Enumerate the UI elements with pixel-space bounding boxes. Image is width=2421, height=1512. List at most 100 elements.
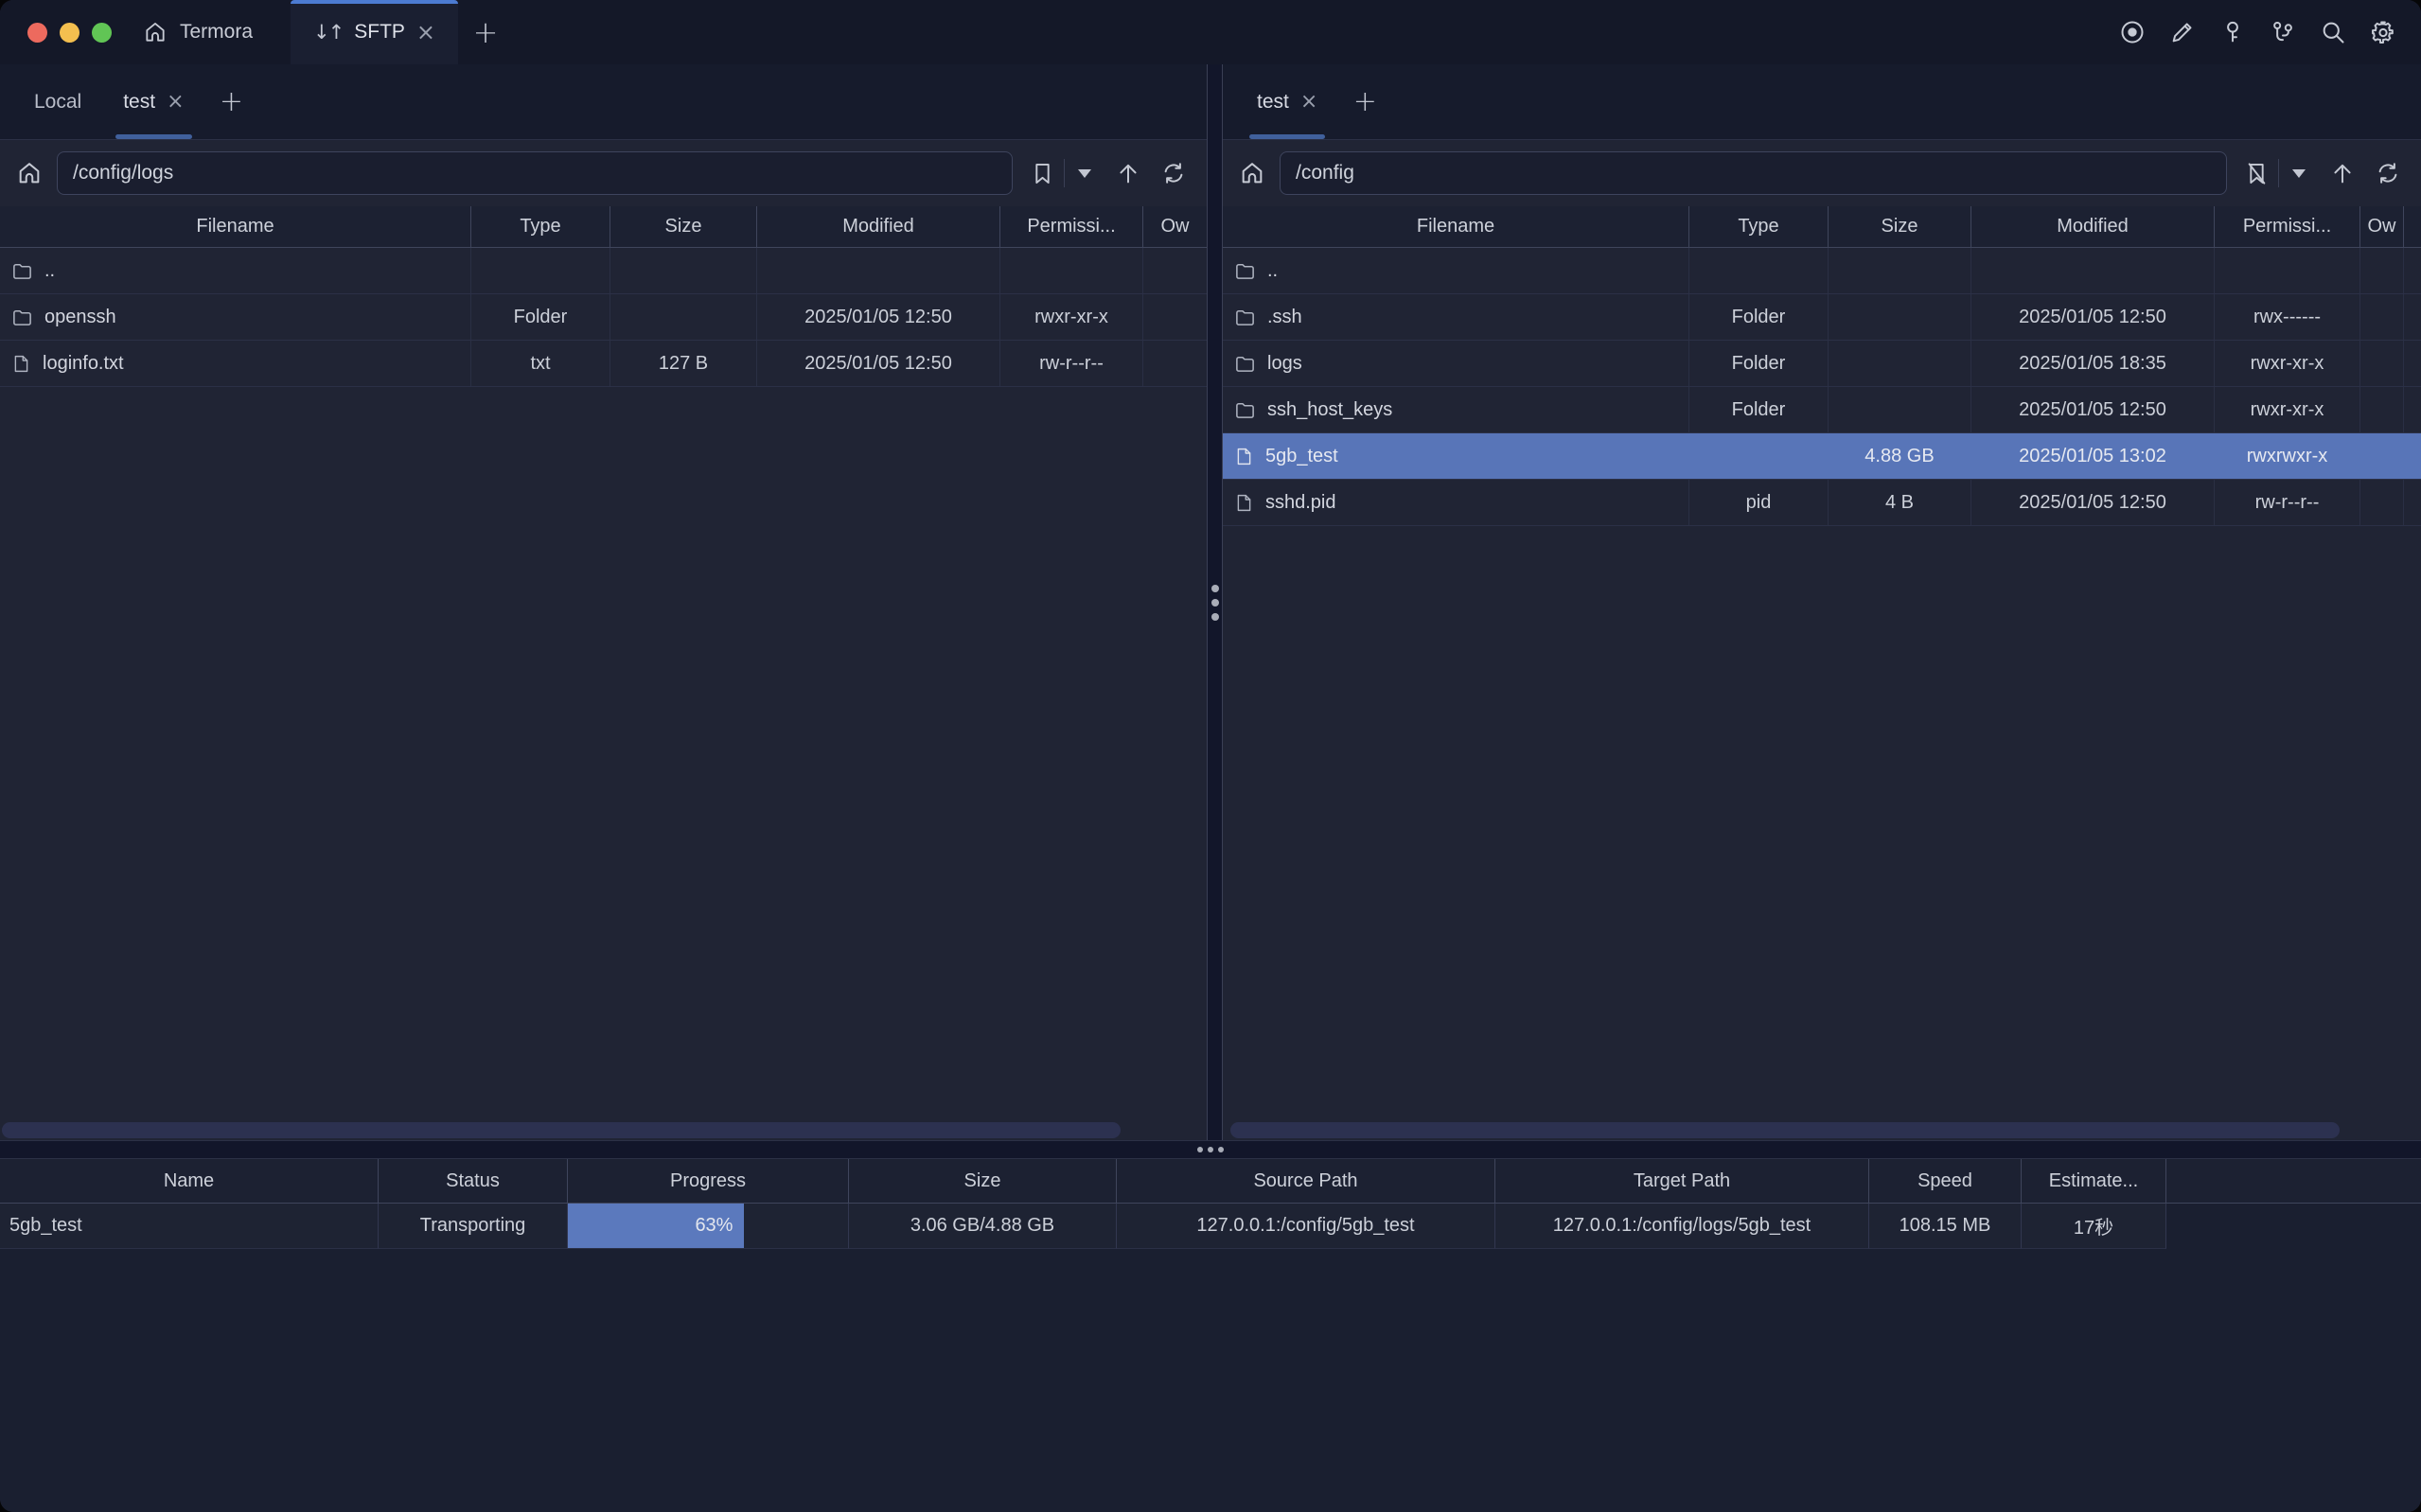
- close-tab-icon[interactable]: ×: [1300, 92, 1317, 113]
- go-up-icon[interactable]: [2326, 157, 2359, 189]
- transfer-column-header-name[interactable]: Name: [0, 1159, 379, 1203]
- vertical-splitter[interactable]: [1207, 64, 1223, 1140]
- file-row[interactable]: ..: [0, 248, 1207, 294]
- file-row[interactable]: ..: [1223, 248, 2421, 294]
- file-icon: [1234, 446, 1254, 467]
- new-tab-button[interactable]: +: [458, 0, 513, 64]
- close-tab-icon[interactable]: ×: [167, 92, 184, 113]
- local-bookmark-group: [1026, 157, 1099, 189]
- branch-icon[interactable]: [2270, 19, 2296, 45]
- folder-icon: [11, 260, 33, 282]
- column-header-filename[interactable]: Filename: [1223, 206, 1689, 247]
- cell-size: 4 B: [1829, 480, 1971, 525]
- search-icon[interactable]: [2320, 19, 2346, 45]
- cell-transfer-status: Transporting: [379, 1204, 568, 1249]
- transfer-table-body: 5gb_testTransporting63%3.06 GB/4.88 GB12…: [0, 1204, 2421, 1249]
- chevron-down-icon[interactable]: [1078, 169, 1091, 178]
- column-header-ow[interactable]: Ow: [2360, 206, 2404, 247]
- cell-transfer-name: 5gb_test: [0, 1204, 379, 1249]
- column-header-ow[interactable]: Ow: [1143, 206, 1207, 247]
- transfer-column-header-speed[interactable]: Speed: [1869, 1159, 2022, 1203]
- local-pane-tabstrip: Local test × +: [0, 64, 1207, 140]
- titlebar: Termora ↓↑ SFTP × +: [0, 0, 2421, 64]
- column-header-modified[interactable]: Modified: [1971, 206, 2215, 247]
- file-row[interactable]: 5gb_test4.88 GB2025/01/05 13:02rwxrwxr-x: [1223, 433, 2421, 480]
- cell-transfer-progress: 63%: [568, 1204, 849, 1249]
- filename-label: loginfo.txt: [43, 353, 124, 375]
- cell-filename: ssh_host_keys: [1223, 387, 1689, 432]
- file-row[interactable]: .sshFolder2025/01/05 12:50rwx------: [1223, 294, 2421, 341]
- horizontal-scrollbar[interactable]: [2, 1122, 1121, 1138]
- column-header-type[interactable]: Type: [1689, 206, 1829, 247]
- column-header-permissi[interactable]: Permissi...: [1000, 206, 1143, 247]
- cell-filename: .ssh: [1223, 294, 1689, 340]
- column-header-modified[interactable]: Modified: [757, 206, 1000, 247]
- transfer-column-header-targetpath[interactable]: Target Path: [1495, 1159, 1869, 1203]
- remote-pane-new-tab-button[interactable]: +: [1338, 64, 1391, 139]
- filename-label: logs: [1267, 353, 1302, 375]
- horizontal-scrollbar[interactable]: [1230, 1122, 2340, 1138]
- cell-size: [1829, 294, 1971, 340]
- traffic-lights: [0, 0, 136, 64]
- refresh-icon[interactable]: [1157, 157, 1190, 189]
- transfer-row[interactable]: 5gb_testTransporting63%3.06 GB/4.88 GB12…: [0, 1204, 2421, 1249]
- remote-path-input[interactable]: [1280, 151, 2227, 195]
- go-up-icon[interactable]: [1112, 157, 1144, 189]
- file-icon: [1234, 492, 1254, 514]
- cell-owner: [2360, 480, 2404, 525]
- tab-termora[interactable]: Termora: [136, 0, 291, 64]
- folder-icon: [1234, 307, 1256, 328]
- local-pane-new-tab-button[interactable]: +: [205, 64, 258, 139]
- settings-gear-icon[interactable]: [2370, 19, 2396, 45]
- edit-icon[interactable]: [2169, 19, 2196, 45]
- progress-bar-fill: 63%: [568, 1204, 744, 1248]
- local-path-input[interactable]: [57, 151, 1013, 195]
- refresh-icon[interactable]: [2372, 157, 2404, 189]
- remote-pane-tab-test[interactable]: test×: [1236, 64, 1338, 139]
- bookmark-icon[interactable]: [1026, 157, 1058, 189]
- home-icon: [142, 19, 168, 45]
- tab-sftp[interactable]: ↓↑ SFTP ×: [291, 0, 458, 64]
- file-row[interactable]: logsFolder2025/01/05 18:35rwxr-xr-x: [1223, 341, 2421, 387]
- column-header-permissi[interactable]: Permissi...: [2215, 206, 2360, 247]
- transfer-column-header-progress[interactable]: Progress: [568, 1159, 849, 1203]
- record-icon[interactable]: [2119, 19, 2146, 45]
- pane-tab-label: test: [123, 91, 155, 114]
- column-header-size[interactable]: Size: [610, 206, 757, 247]
- file-row[interactable]: opensshFolder2025/01/05 12:50rwxr-xr-x: [0, 294, 1207, 341]
- transfer-column-header-sourcepath[interactable]: Source Path: [1117, 1159, 1495, 1203]
- transfer-column-header-size[interactable]: Size: [849, 1159, 1117, 1203]
- key-icon[interactable]: [2219, 19, 2246, 45]
- cell-size: [1829, 387, 1971, 432]
- file-row[interactable]: ssh_host_keysFolder2025/01/05 12:50rwxr-…: [1223, 387, 2421, 433]
- zoom-window-button[interactable]: [92, 23, 112, 43]
- sftp-tab-label: SFTP: [354, 21, 405, 44]
- bookmark-slash-icon[interactable]: [2240, 157, 2272, 189]
- file-row[interactable]: sshd.pidpid4 B2025/01/05 12:50rw-r--r--: [1223, 480, 2421, 526]
- column-header-size[interactable]: Size: [1829, 206, 1971, 247]
- cell-type: [1689, 433, 1829, 479]
- chevron-down-icon[interactable]: [2292, 169, 2306, 178]
- file-row[interactable]: loginfo.txttxt127 B2025/01/05 12:50rw-r-…: [0, 341, 1207, 387]
- cell-permissions: rwxr-xr-x: [1000, 294, 1143, 340]
- cell-permissions: [2215, 248, 2360, 293]
- filename-label: .ssh: [1267, 307, 1302, 328]
- column-header-type[interactable]: Type: [471, 206, 610, 247]
- close-window-button[interactable]: [27, 23, 47, 43]
- minimize-window-button[interactable]: [60, 23, 80, 43]
- transfer-column-header-filler: [2166, 1159, 2421, 1203]
- cell-filename: logs: [1223, 341, 1689, 386]
- close-tab-icon[interactable]: ×: [416, 21, 435, 44]
- splitter-grip-icon: [1211, 585, 1219, 621]
- column-header-filename[interactable]: Filename: [0, 206, 471, 247]
- local-pane-tab-test[interactable]: test ×: [102, 64, 204, 139]
- transfer-queue: NameStatusProgressSizeSource PathTarget …: [0, 1159, 2421, 1512]
- remote-bookmark-group: [2240, 157, 2313, 189]
- transfer-column-header-estimate[interactable]: Estimate...: [2022, 1159, 2166, 1203]
- horizontal-splitter[interactable]: [0, 1140, 2421, 1159]
- folder-icon: [1234, 399, 1256, 421]
- transfer-column-header-status[interactable]: Status: [379, 1159, 568, 1203]
- home-icon[interactable]: [1238, 159, 1266, 187]
- home-icon[interactable]: [15, 159, 44, 187]
- local-pane-tab-local[interactable]: Local: [13, 64, 102, 139]
